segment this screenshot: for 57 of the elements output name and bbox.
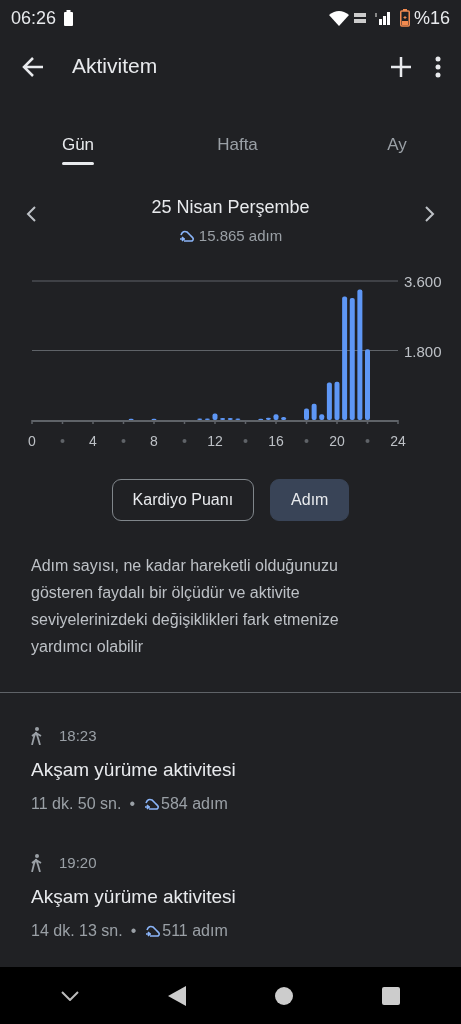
x-tick-label: 8: [150, 432, 158, 449]
battery-low-icon: [399, 9, 410, 28]
add-button[interactable]: [391, 54, 411, 79]
bar: [212, 413, 218, 420]
y-tick-label: 3.600: [404, 272, 442, 290]
metric-toggle-button[interactable]: Adım: [270, 478, 350, 521]
tick-dot: [121, 438, 126, 443]
activity-time: 18:23: [59, 726, 97, 747]
walking-icon: [31, 854, 43, 873]
bar: [273, 413, 279, 420]
x-tick-label: 16: [268, 432, 284, 449]
separator-dot: •: [129, 794, 136, 815]
tick-dot: [304, 438, 309, 443]
x-tick-label: 0: [28, 432, 36, 449]
steps-icon: [178, 228, 195, 243]
back-nav-button[interactable]: [167, 983, 186, 1008]
activity-title[interactable]: Akşam yürüme aktivitesi: [31, 882, 430, 912]
back-button[interactable]: [22, 54, 44, 79]
activity-steps: 511 adım: [162, 919, 228, 944]
tab[interactable]: Ay: [367, 95, 427, 174]
more-menu-button[interactable]: [435, 54, 441, 79]
activity-duration: 11 dk. 50 sn.: [31, 794, 122, 815]
activity-title[interactable]: Akşam yürüme aktivitesi: [31, 755, 430, 785]
description-text: Adım sayısı, ne kadar hareketli olduğunuzu gösteren faydalı bir ölçüdür ve aktivite seviyelerinizdeki değişiklikleri fark etmenize yardımcı olabilir: [30, 556, 340, 658]
activity-steps: 584 adım: [161, 792, 228, 817]
y-tick-label: 1.800: [404, 342, 442, 360]
x-tick-label: 20: [329, 432, 345, 449]
bar: [334, 381, 340, 420]
x-tick-label: 4: [89, 432, 97, 449]
x-tick-label: 24: [390, 432, 406, 449]
separator-dot: •: [130, 921, 137, 942]
tick-dot: [60, 438, 65, 443]
steps-icon: [144, 924, 163, 939]
wifi-icon: [328, 10, 349, 27]
tick-dot: [182, 438, 187, 443]
app-title: Aktivitem: [72, 53, 158, 80]
tick-dot: [365, 438, 370, 443]
bar: [365, 348, 370, 420]
tick-dot: [243, 438, 248, 443]
battery-percent: %16: [413, 6, 450, 30]
bar: [311, 403, 317, 420]
tab[interactable]: Hafta: [207, 95, 268, 174]
date-label: 25 Nisan Perşembe: [150, 195, 311, 219]
battery-icon: [64, 10, 74, 27]
bar: [281, 416, 287, 420]
walking-icon: [31, 727, 43, 746]
bar: [304, 407, 309, 420]
metric-toggle-button[interactable]: Kardiyo Puanı: [111, 478, 255, 521]
tab[interactable]: Gün: [48, 95, 108, 174]
status-time: 06:26: [11, 6, 57, 30]
activity-duration: 14 dk. 13 sn.: [31, 921, 123, 942]
signal-icon: [374, 11, 392, 26]
steps-icon: [143, 797, 162, 812]
vowifi-icon: [352, 11, 367, 26]
day-steps: 15.865 adım: [198, 224, 283, 248]
activity-time: 19:20: [59, 853, 97, 874]
x-tick-label: 12: [207, 432, 223, 449]
